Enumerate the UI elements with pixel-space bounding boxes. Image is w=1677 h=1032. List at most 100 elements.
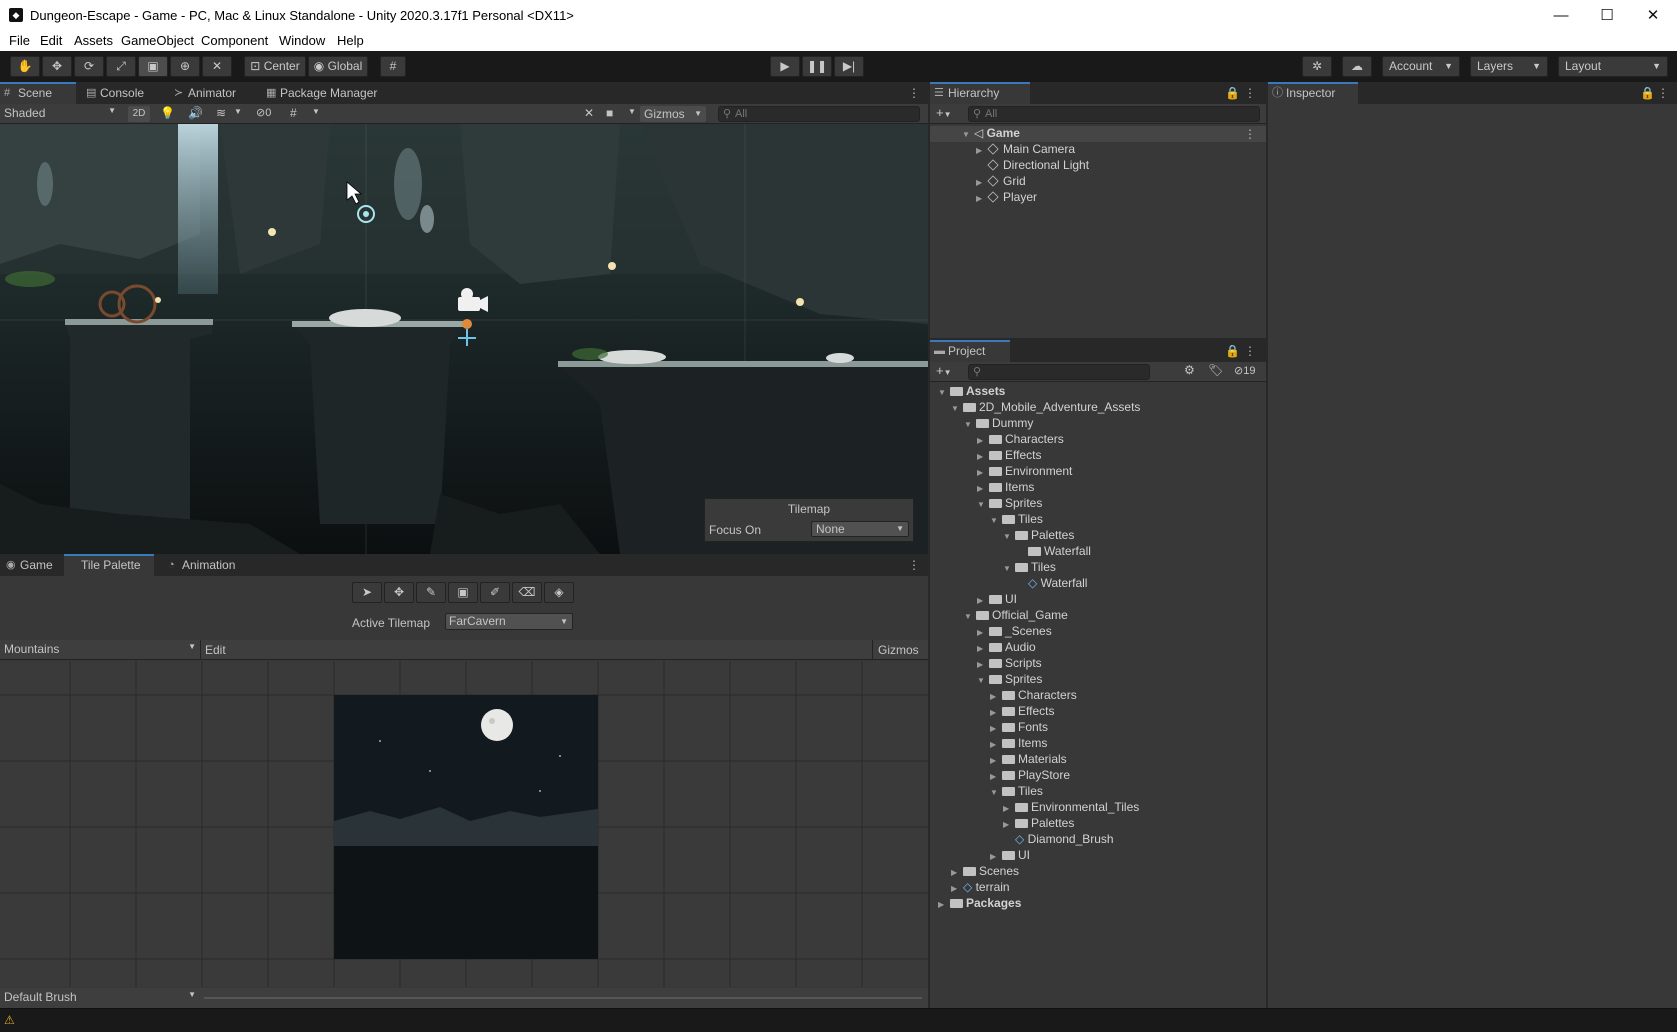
tab-project[interactable]: ▬ Project [930, 340, 1010, 362]
panel-menu-icon[interactable]: ⋮ [1657, 86, 1669, 100]
scene-row[interactable]: ▼ ◁ Game ⋮ [930, 126, 1266, 142]
hierarchy-item[interactable]: ▶ Player [976, 190, 1037, 205]
collapsed-arrow-icon[interactable]: ▶ [977, 465, 989, 480]
collapsed-arrow-icon[interactable]: ▶ [1003, 801, 1015, 816]
expanded-arrow-icon[interactable]: ▼ [964, 609, 976, 624]
hierarchy-search-input[interactable]: ⚲ All [968, 106, 1260, 122]
collapsed-arrow-icon[interactable]: ▶ [990, 769, 1002, 784]
move-tool-icon[interactable]: ✥ [384, 582, 414, 603]
collapsed-arrow-icon[interactable]: ▶ [951, 881, 963, 896]
hidden-objects-toggle[interactable]: ⊘0 [256, 106, 271, 119]
gizmos-dropdown[interactable]: Gizmos ▼ [640, 106, 706, 122]
palette-scrollbar[interactable] [204, 997, 922, 999]
chevron-down-icon[interactable]: ▼ [234, 107, 242, 116]
project-tree-item[interactable]: ▼ Sprites [977, 496, 1042, 511]
scale-tool-icon[interactable]: ⤢ [106, 56, 136, 77]
collapsed-arrow-icon[interactable]: ▶ [977, 593, 989, 608]
project-search-input[interactable]: ⚲ [968, 364, 1150, 380]
collapsed-arrow-icon[interactable]: ▶ [977, 657, 989, 672]
hierarchy-item[interactable]: ▶ Grid [976, 174, 1026, 189]
project-tree-item[interactable]: ▶ UI [990, 848, 1030, 863]
expanded-arrow-icon[interactable]: ▼ [964, 417, 976, 432]
tab-console[interactable]: ▤ Console [82, 82, 160, 104]
transform-tool-icon[interactable]: ⊕ [170, 56, 200, 77]
palette-gizmos-button[interactable]: Gizmos [872, 640, 928, 660]
project-tree-item[interactable]: ▶ Items [977, 480, 1034, 495]
close-button[interactable]: ✕ [1630, 0, 1676, 31]
project-tree-item[interactable]: ▶ _Scenes [977, 624, 1052, 639]
project-tree-item[interactable]: ▶ Environmental_Tiles [1003, 800, 1139, 815]
camera-icon[interactable]: ■ [606, 106, 613, 120]
expanded-arrow-icon[interactable]: ▼ [1003, 529, 1015, 544]
project-tree-item[interactable]: ▶ Packages [938, 896, 1021, 911]
project-tree-item[interactable]: ▼ Tiles [990, 784, 1043, 799]
project-tree-item[interactable]: ◇ Diamond_Brush [1003, 832, 1114, 847]
add-object-button[interactable]: +▼ [936, 105, 952, 120]
menu-window[interactable]: Window [279, 33, 325, 48]
tab-package-manager[interactable]: ▦ Package Manager [262, 82, 392, 104]
project-tree-item[interactable]: ▶ UI [977, 592, 1017, 607]
expanded-arrow-icon[interactable]: ▼ [977, 497, 989, 512]
expanded-arrow-icon[interactable]: ▼ [990, 513, 1002, 528]
collab-icon[interactable]: ✲ [1302, 56, 1332, 77]
tab-scene[interactable]: # Scene [0, 82, 76, 104]
hand-tool-icon[interactable]: ✋ [10, 56, 40, 77]
hierarchy-item[interactable]: ▶ Main Camera [976, 142, 1075, 157]
project-tree-item[interactable]: ▶ Environment [977, 464, 1072, 479]
collapsed-arrow-icon[interactable]: ▶ [990, 737, 1002, 752]
search-by-type-icon[interactable]: ⚙ [1184, 363, 1195, 377]
scene-viewport[interactable] [0, 124, 928, 554]
expand-arrow-icon[interactable]: ▼ [962, 127, 974, 142]
palette-edit-button[interactable]: Edit [200, 640, 230, 660]
project-tree-item[interactable]: ▼ 2D_Mobile_Adventure_Assets [951, 400, 1140, 415]
collapsed-arrow-icon[interactable]: ▶ [938, 897, 950, 912]
fill-bucket-icon[interactable]: ◈ [544, 582, 574, 603]
eraser-icon[interactable]: ⌫ [512, 582, 542, 603]
project-tree-item[interactable]: ▶ Effects [977, 448, 1041, 463]
menu-help[interactable]: Help [337, 33, 364, 48]
palette-dropdown[interactable]: Mountains ▼ [4, 642, 198, 658]
project-tree-item[interactable]: ▶ Fonts [990, 720, 1048, 735]
project-tree-item[interactable]: ◇ Waterfall [1016, 576, 1087, 591]
project-tree-item[interactable]: ▼ Official_Game [964, 608, 1068, 623]
collapsed-arrow-icon[interactable]: ▶ [976, 191, 988, 206]
panel-menu-icon[interactable]: ⋮ [1244, 86, 1256, 100]
hierarchy-item[interactable]: Directional Light [976, 158, 1089, 173]
expanded-arrow-icon[interactable]: ▼ [1003, 561, 1015, 576]
menu-file[interactable]: File [9, 33, 30, 48]
project-tree-item[interactable]: ▼ Sprites [977, 672, 1042, 687]
collapsed-arrow-icon[interactable]: ▶ [977, 625, 989, 640]
tab-game[interactable]: ◉ Game [2, 554, 64, 576]
maximize-button[interactable]: ☐ [1584, 0, 1630, 31]
move-tool-icon[interactable]: ✥ [42, 56, 72, 77]
custom-tool-icon[interactable]: ✕ [202, 56, 232, 77]
mountains-tile-sprite[interactable] [334, 695, 598, 959]
lock-icon[interactable]: 🔒 [1225, 86, 1240, 100]
panel-menu-icon[interactable]: ⋮ [908, 86, 920, 100]
shading-mode-dropdown[interactable]: Shaded ▼ [4, 106, 118, 122]
scene-menu-icon[interactable]: ⋮ [1244, 127, 1256, 141]
collapsed-arrow-icon[interactable]: ▶ [990, 705, 1002, 720]
project-tree-item[interactable]: ▶ Palettes [1003, 816, 1074, 831]
select-tool-icon[interactable]: ➤ [352, 582, 382, 603]
collapsed-arrow-icon[interactable]: ▶ [951, 865, 963, 880]
lock-icon[interactable]: 🔒 [1225, 344, 1240, 358]
project-tree-item[interactable]: ▶ Scripts [977, 656, 1042, 671]
tab-hierarchy[interactable]: ☰ Hierarchy [930, 82, 1030, 104]
project-tree-item[interactable]: ▶ PlayStore [990, 768, 1070, 783]
chevron-down-icon[interactable]: ▼ [628, 107, 636, 116]
project-tree-item[interactable]: ▼ Tiles [1003, 560, 1056, 575]
collapsed-arrow-icon[interactable]: ▶ [990, 721, 1002, 736]
rect-tool-icon[interactable]: ▣ [138, 56, 168, 77]
tab-animator[interactable]: ≻ Animator [170, 82, 252, 104]
menu-component[interactable]: Component [201, 33, 268, 48]
pause-button[interactable]: ❚❚ [802, 56, 832, 77]
chevron-down-icon[interactable]: ▼ [312, 107, 320, 116]
scene-search-input[interactable]: ⚲ All [718, 106, 920, 122]
toggle-2d-button[interactable]: 2D [128, 106, 150, 122]
panel-menu-icon[interactable]: ⋮ [908, 558, 920, 572]
pivot-center-button[interactable]: ⊡ Center [244, 56, 306, 77]
menu-edit[interactable]: Edit [40, 33, 62, 48]
cloud-icon[interactable]: ☁ [1342, 56, 1372, 77]
box-fill-icon[interactable]: ▣ [448, 582, 478, 603]
